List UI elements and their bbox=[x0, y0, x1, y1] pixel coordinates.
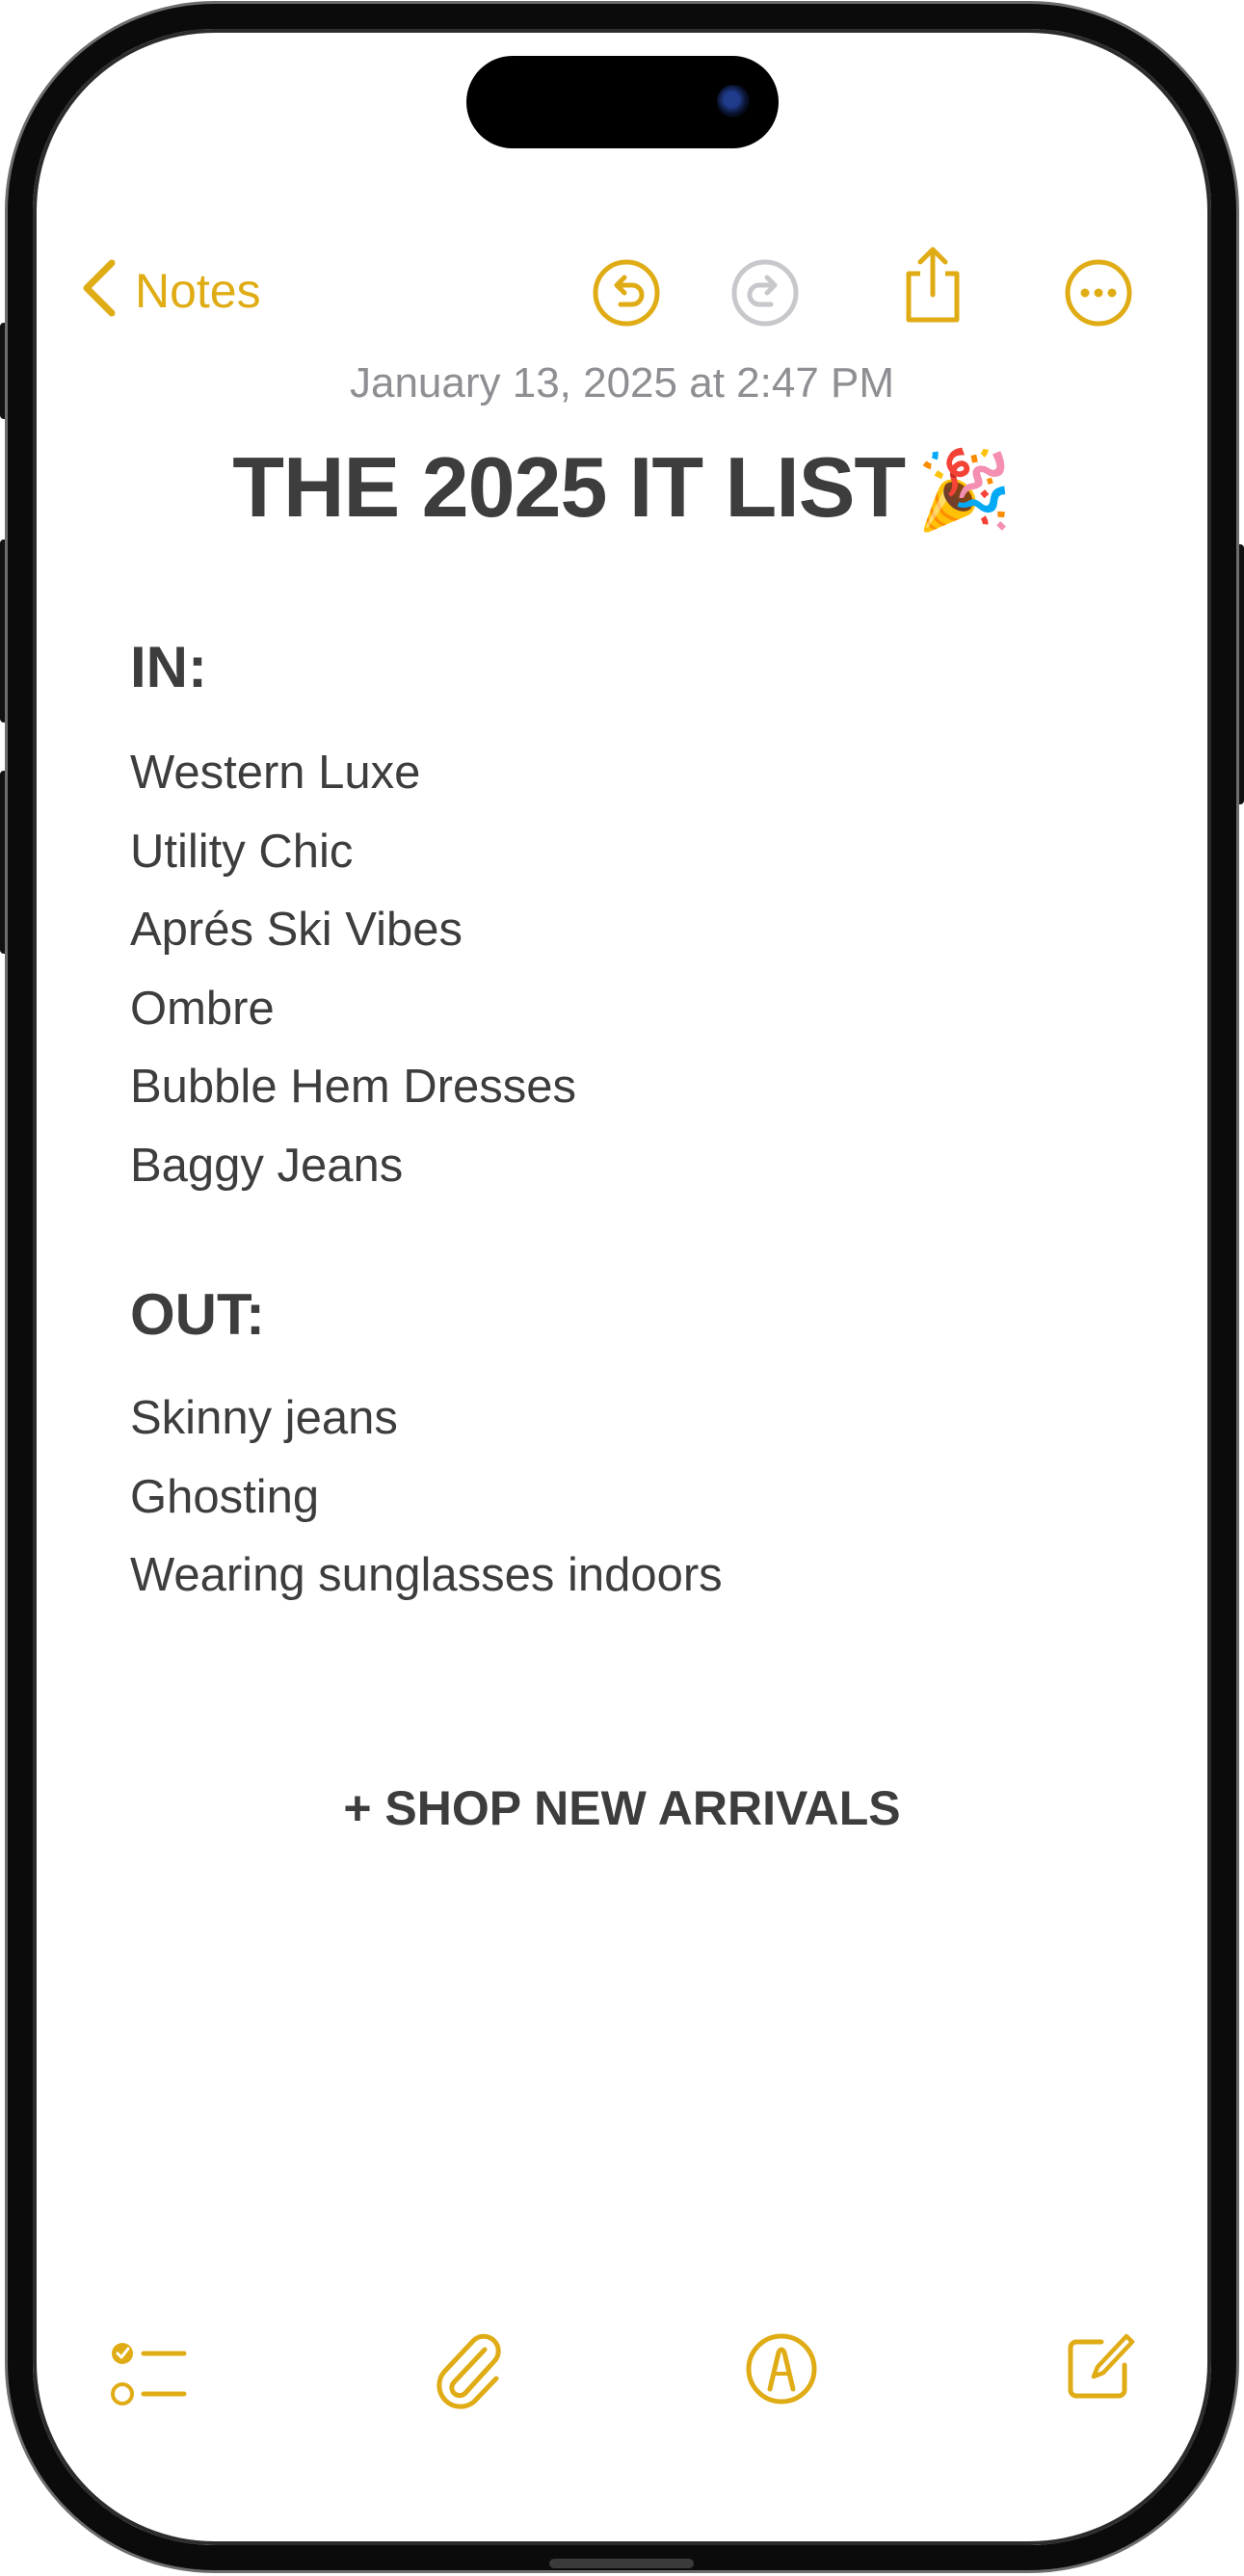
front-camera bbox=[717, 85, 750, 118]
checklist-button[interactable] bbox=[106, 2331, 193, 2418]
list-item: Baggy Jeans bbox=[130, 1139, 404, 1192]
compose-icon bbox=[1063, 2330, 1136, 2404]
paperclip-icon bbox=[429, 2328, 506, 2409]
out-heading: OUT: bbox=[130, 1282, 265, 1347]
note-date: January 13, 2025 at 2:47 PM bbox=[349, 359, 895, 407]
more-options-icon bbox=[1064, 258, 1133, 328]
list-item: Bubble Hem Dresses bbox=[130, 1061, 576, 1113]
back-to-notes-button[interactable]: Notes bbox=[79, 258, 261, 323]
markup-pen-icon bbox=[744, 2331, 819, 2406]
share-button[interactable] bbox=[896, 247, 969, 323]
list-item: Skinny jeans bbox=[130, 1392, 398, 1444]
checklist-icon bbox=[109, 2338, 190, 2411]
list-item: Utility Chic bbox=[130, 825, 354, 878]
note-title[interactable]: THE 2025 IT LIST 🎉 bbox=[0, 438, 1244, 537]
redo-button[interactable] bbox=[728, 256, 802, 329]
list-item: Ombre bbox=[130, 982, 275, 1035]
list-item: Ghosting bbox=[130, 1470, 320, 1523]
undo-icon bbox=[592, 258, 661, 328]
note-title-text: THE 2025 IT LIST bbox=[232, 439, 906, 535]
shop-new-arrivals-link[interactable]: + SHOP NEW ARRIVALS bbox=[0, 1780, 1244, 1836]
out-list: Skinny jeans Ghosting Wearing sunglasses… bbox=[130, 1380, 723, 1616]
party-popper-emoji: 🎉 bbox=[916, 447, 1013, 533]
compose-button[interactable] bbox=[1056, 2324, 1143, 2410]
share-icon bbox=[901, 245, 965, 326]
list-item: Aprés Ski Vibes bbox=[130, 904, 463, 956]
list-item: Western Luxe bbox=[130, 747, 421, 799]
attachment-button[interactable] bbox=[424, 2326, 511, 2412]
back-label: Notes bbox=[135, 263, 261, 318]
chevron-left-icon bbox=[79, 258, 118, 323]
markup-button[interactable] bbox=[738, 2326, 825, 2412]
in-list: Western Luxe Utility Chic Aprés Ski Vibe… bbox=[130, 734, 576, 1205]
home-indicator[interactable] bbox=[549, 2559, 694, 2568]
in-heading: IN: bbox=[130, 635, 207, 699]
redo-icon bbox=[730, 258, 800, 328]
dynamic-island bbox=[466, 56, 779, 148]
list-item: Wearing sunglasses indoors bbox=[130, 1549, 723, 1601]
more-options-button[interactable] bbox=[1062, 256, 1135, 329]
undo-button[interactable] bbox=[590, 256, 663, 329]
